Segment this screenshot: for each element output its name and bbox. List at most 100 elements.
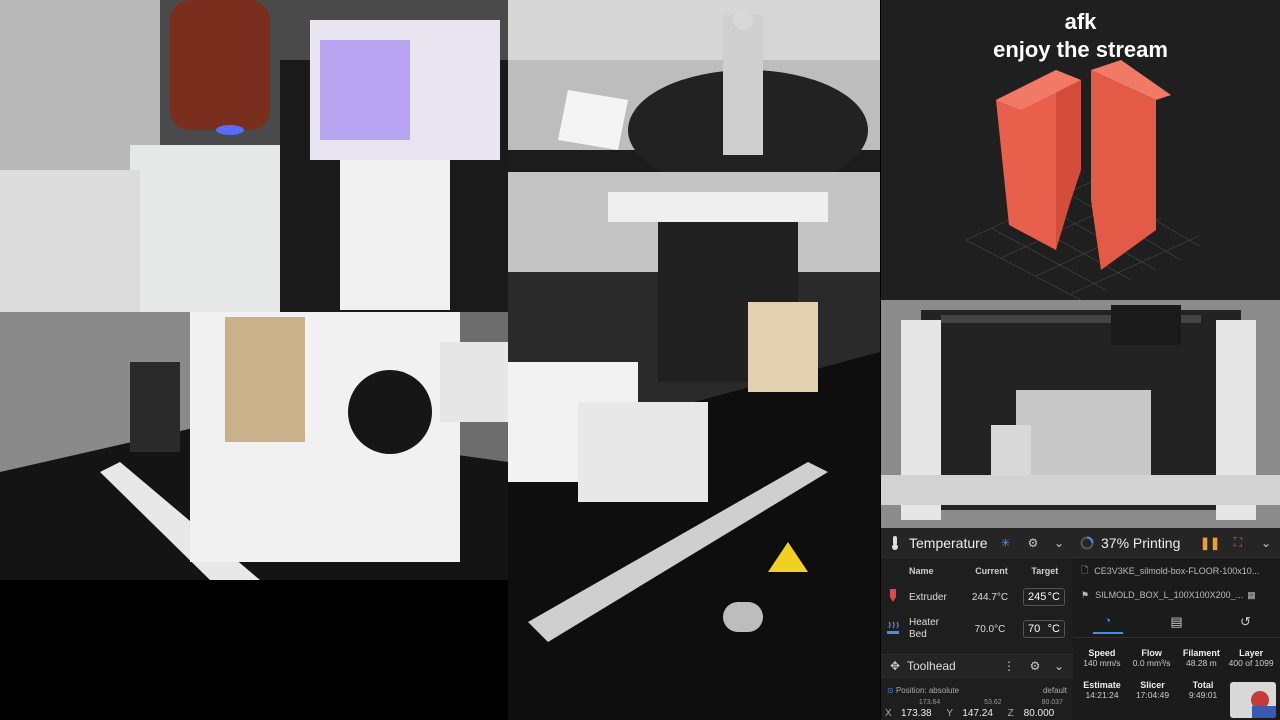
snowflake-icon[interactable]: ✳ — [998, 535, 1014, 551]
overlay-line-2: enjoy the stream — [993, 37, 1168, 62]
extruder-row: Extruder 244.7°C 245 °C — [881, 582, 1073, 612]
stat-flow-key: Flow — [1141, 648, 1162, 658]
stat-layer-key: Layer — [1239, 648, 1264, 658]
camera-toolhead-top — [508, 172, 880, 720]
object-name: SILMOLD_BOX_L_100X100X200_... — [1095, 590, 1244, 600]
object-menu-icon[interactable]: ▦ — [1247, 590, 1256, 601]
position-mode-text: Position: absolute — [895, 685, 960, 695]
extruder-target-unit: °C — [1047, 591, 1060, 603]
col-name: Name — [909, 566, 934, 576]
stat-estimate-value: 14:21:24 — [1085, 690, 1119, 700]
file-icon: 🗋 — [1081, 565, 1089, 575]
axis-z-label: Z — [1007, 708, 1014, 719]
toolhead-title: Toolhead — [907, 659, 956, 673]
toolhead-chevron-icon[interactable]: ⌄ — [1051, 658, 1067, 674]
axis-x-label: X — [885, 708, 892, 719]
col-target: Target — [1031, 566, 1059, 576]
stat-total-key: Total — [1192, 680, 1214, 690]
axis-x: X 173.64 173.38 — [885, 699, 946, 719]
heater-bed-name-line1: Heater — [909, 617, 940, 628]
axis-y-requested: 53.62 — [984, 699, 1002, 706]
cancel-icon[interactable]: ⛶ — [1230, 535, 1246, 551]
stat-filament-value: 48.28 m — [1186, 658, 1217, 668]
heater-bed-row: Heater Bed 70.0°C 70 °C — [881, 612, 1073, 646]
camera-nozzle-closeup — [0, 0, 508, 312]
axis-x-value: 173.38 — [901, 708, 932, 719]
status-tabs: ◔ ▤ ↺ — [1073, 610, 1280, 638]
stat-layer-value: 400 of 1099 — [1228, 658, 1274, 668]
camera-bed-overview — [881, 300, 1280, 528]
heater-bed-current: 70.0°C — [974, 623, 1006, 635]
stat-total: Total 9:49:01 — [1178, 680, 1228, 700]
extruder-target-input[interactable]: 245 °C — [1023, 588, 1065, 606]
position-icon: ⊙ — [887, 685, 894, 695]
stat-total-value: 9:49:01 — [1188, 690, 1218, 700]
camera-toolhead-side — [0, 312, 508, 580]
extruder-current: 244.7°C — [971, 591, 1009, 603]
stat-estimate-key: Estimate — [1083, 680, 1121, 690]
stat-speed: Speed 140 mm/s — [1077, 648, 1127, 668]
crosshair-icon: ✥ — [889, 659, 901, 673]
print-status-header: 37% Printing ❚❚ ⛶ ⌄ — [1073, 528, 1280, 558]
afk-overlay: afk enjoy the stream — [881, 0, 1280, 64]
stats-row-1: Speed 140 mm/s Flow 0.0 mm³/s Filament 48.2… — [1073, 648, 1280, 668]
stat-flow-value: 0.0 mm³/s — [1132, 658, 1171, 668]
heater-bed-name-line2: Bed — [909, 629, 927, 640]
col-current: Current — [975, 566, 1008, 576]
toolhead-position: X 173.64 173.38 Y 53.62 147.24 Z 80.037 … — [881, 699, 1073, 719]
stat-filament-key: Filament — [1182, 648, 1220, 658]
print-progress-label: 37% Printing — [1101, 534, 1181, 551]
extruder-name: Extruder — [909, 591, 947, 603]
axis-x-requested: 173.64 — [918, 699, 941, 706]
history-icon[interactable]: ↺ — [1231, 614, 1261, 634]
heater-bed-target-value: 70 — [1028, 623, 1041, 635]
temperature-title: Temperature — [909, 534, 988, 551]
status-chevron-icon[interactable]: ⌄ — [1258, 535, 1274, 551]
stat-slicer: Slicer 17:04:49 — [1128, 680, 1178, 700]
stat-speed-key: Speed — [1088, 648, 1116, 658]
stat-slicer-key: Slicer — [1140, 680, 1165, 690]
speed-profile: default — [1042, 685, 1067, 695]
heater-bed-name: Heater Bed — [909, 617, 961, 641]
temperature-panel: Temperature ✳ ⚙ ⌄ Name Current Target Ex… — [881, 528, 1073, 720]
pin-icon: ⚑ — [1081, 589, 1090, 600]
stat-estimate: Estimate 14:21:24 — [1077, 680, 1127, 700]
heater-bed-icon — [887, 621, 909, 638]
camera-figurine — [508, 0, 880, 172]
temperature-columns: Name Current Target — [881, 558, 1073, 576]
thermometer-icon — [887, 535, 903, 551]
axis-z-requested: 80.037 — [1041, 699, 1063, 706]
chevron-down-icon[interactable]: ⌄ — [1051, 535, 1067, 551]
document-icon[interactable]: ▤ — [1162, 614, 1192, 634]
stat-slicer-value: 17:04:49 — [1135, 690, 1170, 700]
toolhead-gear-icon[interactable]: ⚙ — [1027, 658, 1043, 674]
dots-icon[interactable]: ⋮ — [1001, 658, 1017, 674]
file-row[interactable]: 🗋 CE3V3KE_silmold-box-FLOOR-100x10... — [1073, 558, 1280, 584]
overlay-line-1: afk — [1064, 9, 1097, 34]
dashboard-icon[interactable]: ◔ — [1092, 613, 1123, 634]
axis-z-value: 80.000 — [1023, 708, 1055, 719]
spinner-icon — [1079, 535, 1095, 551]
stat-speed-value: 140 mm/s — [1083, 658, 1121, 668]
position-mode: ⊙ Position: absolute — [887, 686, 1043, 695]
stat-flow: Flow 0.0 mm³/s — [1127, 648, 1177, 668]
toolhead-header: ✥ Toolhead ⋮ ⚙ ⌄ — [881, 654, 1073, 678]
heater-bed-target-unit: °C — [1047, 623, 1060, 635]
gear-icon[interactable]: ⚙ — [1025, 535, 1041, 551]
extruder-target-value: 245 — [1028, 591, 1047, 603]
extruder-icon — [887, 588, 909, 606]
stream-layout: afk enjoy the stream Temperature ✳ ⚙ ⌄ N… — [0, 0, 1280, 720]
object-row[interactable]: ⚑ SILMOLD_BOX_L_100X100X200_... ▦ — [1073, 584, 1280, 606]
thumbnail-icon — [1230, 682, 1276, 718]
heater-bed-target-input[interactable]: 70 °C — [1023, 620, 1065, 638]
axis-y-label: Y — [946, 708, 953, 719]
temperature-header: Temperature ✳ ⚙ ⌄ — [881, 528, 1073, 558]
axis-y-value: 147.24 — [962, 708, 993, 719]
blank-area — [0, 580, 508, 720]
pause-icon[interactable]: ❚❚ — [1200, 535, 1220, 551]
stat-layer: Layer 400 of 1099 — [1226, 648, 1276, 668]
axis-z: Z 80.037 80.000 — [1007, 699, 1069, 719]
print-status-panel: 37% Printing ❚❚ ⛶ ⌄ 🗋 CE3V3KE_silmold-bo… — [1073, 528, 1280, 720]
stat-filament: Filament 48.28 m — [1177, 648, 1227, 668]
file-name: CE3V3KE_silmold-box-FLOOR-100x10... — [1094, 566, 1260, 576]
